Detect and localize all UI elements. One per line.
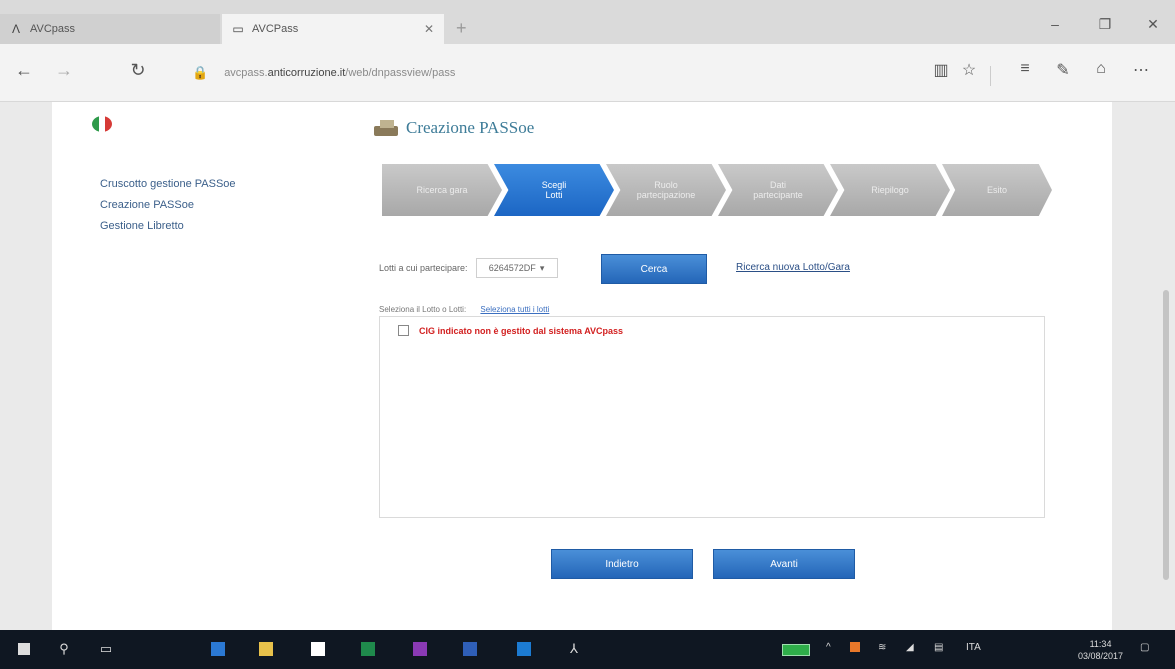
battery-icon[interactable] (782, 644, 810, 656)
sidebar-item-cruscotto[interactable]: Cruscotto gestione PASSoe (100, 178, 290, 190)
italy-flag-icon (92, 116, 112, 132)
select-lots-label: Seleziona il Lotto o Lotti: (379, 305, 467, 314)
new-tab-icon[interactable]: + (456, 18, 467, 39)
task-view-icon[interactable]: ▭ (96, 640, 116, 658)
address-bar[interactable]: 🔒 avcpass. anticorruzione.it /web/dnpass… (192, 62, 872, 84)
step-dati-partecipante: Dati partecipante (718, 164, 838, 216)
select-row: Seleziona il Lotto o Lotti: Seleziona tu… (379, 305, 549, 314)
page-gutter-left (0, 102, 52, 630)
excel-icon[interactable] (358, 640, 378, 658)
sidebar-menu: Cruscotto gestione PASSoe Creazione PASS… (100, 178, 290, 241)
minimize-icon[interactable]: – (1040, 16, 1070, 32)
clock[interactable]: 11:34 03/08/2017 (1078, 638, 1123, 662)
more-icon[interactable]: ⋯ (1130, 60, 1152, 80)
browser-tab-avcpass[interactable]: Λ AVCpass (0, 14, 220, 44)
step-ruolo: Ruolo partecipazione (606, 164, 726, 216)
keyboard-icon[interactable]: ▤ (934, 642, 943, 653)
search-icon[interactable]: ⚲ (54, 640, 74, 658)
tab-label: AVCpass (30, 23, 76, 35)
page-title: Creazione PASSoe (372, 118, 534, 138)
network-icon[interactable]: ≋ (878, 642, 886, 653)
clock-time: 11:34 (1089, 639, 1112, 649)
sidebar-item-libretto[interactable]: Gestione Libretto (100, 220, 290, 232)
lot-error-text: CIG indicato non è gestito dal sistema A… (419, 325, 624, 336)
lot-checkbox[interactable] (398, 325, 409, 336)
outlook-icon[interactable] (514, 640, 534, 658)
web-page: Cruscotto gestione PASSoe Creazione PASS… (52, 102, 1112, 630)
browser-tab-active[interactable]: ▭ AVCPass ✕ (222, 14, 444, 44)
browser-toolbar: ← → ↻ 🔒 avcpass. anticorruzione.it /web/… (0, 44, 1175, 102)
close-tab-icon[interactable]: ✕ (424, 22, 434, 36)
list-item: CIG indicato non è gestito dal sistema A… (398, 325, 623, 336)
close-window-icon[interactable]: ✕ (1138, 16, 1168, 33)
browser-titlebar: Λ AVCpass ▭ AVCPass ✕ + – ❐ ✕ (0, 0, 1175, 44)
volume-icon[interactable]: ◢ (906, 642, 914, 653)
chevron-down-icon: ▾ (539, 262, 545, 273)
sidebar-item-creazione[interactable]: Creazione PASSoe (100, 199, 290, 211)
acrobat-icon[interactable]: ⅄ (564, 640, 584, 658)
onenote-icon[interactable] (410, 640, 430, 658)
web-note-icon[interactable]: ✎ (1052, 60, 1074, 80)
lots-label: Lotti a cui partecipare: (379, 263, 468, 273)
reading-view-icon[interactable]: ▥ (930, 60, 952, 80)
back-icon[interactable]: ← (12, 60, 36, 81)
page-icon: ▭ (232, 22, 244, 36)
lots-select[interactable]: 6264572DF ▾ (475, 258, 558, 278)
page-title-text: Creazione PASSoe (406, 118, 535, 137)
forward-icon[interactable]: → (52, 60, 76, 81)
select-all-link[interactable]: Seleziona tutti i lotti (480, 305, 549, 314)
file-explorer-icon[interactable] (256, 640, 276, 658)
notification-icon[interactable]: ▢ (1140, 642, 1149, 653)
tray-expand-icon[interactable]: ^ (826, 642, 831, 653)
step-ricerca-gara: Ricerca gara (382, 164, 502, 216)
back-button[interactable]: Indietro (551, 549, 693, 579)
lock-icon: 🔒 (192, 65, 209, 80)
favorite-star-icon[interactable]: ☆ (958, 60, 980, 80)
lots-select-value: 6264572DF (488, 263, 536, 273)
step-riepilogo: Riepilogo (830, 164, 950, 216)
clock-date: 03/08/2017 (1078, 651, 1124, 661)
lots-row: Lotti a cui partecipare: 6264572DF ▾ (379, 254, 558, 282)
share-icon[interactable]: ⌂ (1090, 60, 1112, 78)
search-button[interactable]: Cerca (601, 254, 707, 284)
toolbar-divider (990, 66, 991, 86)
edge-icon[interactable] (208, 640, 228, 658)
tab-label: AVCPass (252, 23, 299, 35)
url-prefix: avcpass. (224, 67, 268, 79)
scrollbar[interactable] (1163, 290, 1169, 580)
passoe-icon (372, 118, 400, 138)
taskbar: ⚲ ▭ ⅄ ^ ≋ ◢ ▤ ITA 11:34 03/08/2017 ▢ (0, 630, 1175, 669)
next-button[interactable]: Avanti (713, 549, 855, 579)
refresh-icon[interactable]: ↻ (126, 60, 150, 81)
windows-start-icon[interactable] (14, 640, 34, 658)
store-icon[interactable] (308, 640, 328, 658)
url-path: /web/dnpassview/pass (345, 67, 456, 79)
language-indicator[interactable]: ITA (966, 642, 981, 653)
avcp-icon: Λ (11, 22, 20, 36)
word-icon[interactable] (460, 640, 480, 658)
url-host: anticorruzione.it (267, 67, 346, 79)
tray-app-icon[interactable] (850, 642, 860, 655)
lots-list: CIG indicato non è gestito dal sistema A… (379, 316, 1045, 518)
wizard-steps: Ricerca gara Scegli Lotti Ruolo partecip… (382, 164, 1052, 216)
new-search-link[interactable]: Ricerca nuova Lotto/Gara (736, 262, 850, 273)
restore-icon[interactable]: ❐ (1090, 16, 1120, 33)
hub-icon[interactable]: ≡ (1014, 60, 1036, 78)
step-scegli-lotti: Scegli Lotti (494, 164, 614, 216)
step-esito: Esito (942, 164, 1052, 216)
